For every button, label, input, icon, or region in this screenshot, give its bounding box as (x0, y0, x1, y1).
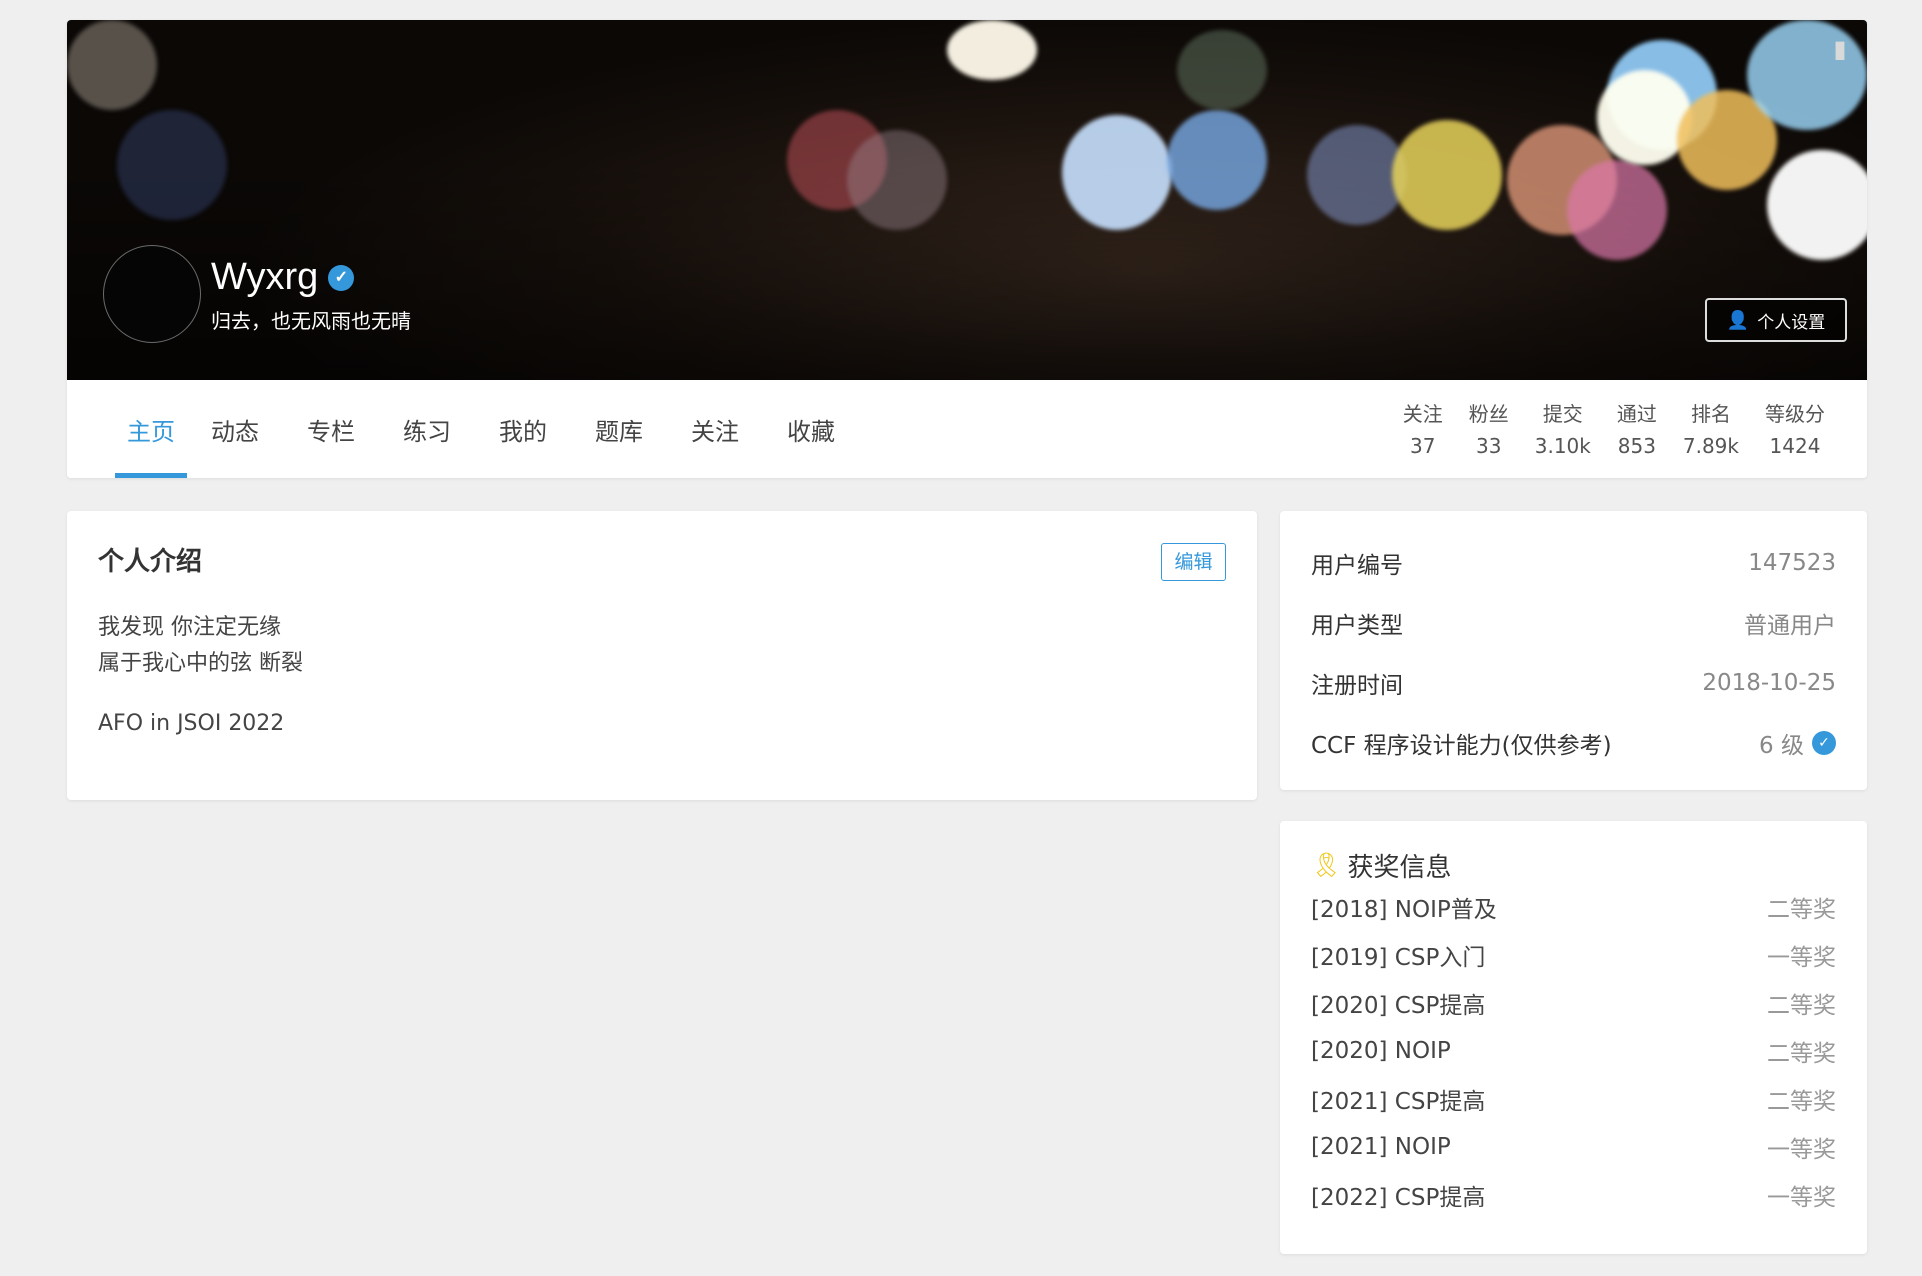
verified-check-icon: ✓ (328, 264, 355, 291)
avatar[interactable] (103, 245, 201, 343)
banner-light (1767, 150, 1867, 260)
award-name: [2020] NOIP (1311, 1038, 1451, 1064)
info-value: 6 级 (1759, 733, 1804, 759)
stat-value: 853 (1617, 434, 1656, 458)
stat-value: 33 (1476, 434, 1502, 458)
tab-favorites[interactable]: 收藏 (763, 380, 859, 478)
award-name: [2021] CSP提高 (1311, 1089, 1486, 1115)
verified-check-icon: ✓ (1812, 731, 1836, 755)
stat-following[interactable]: 关注 37 (1403, 398, 1443, 462)
award-row: [2018] NOIP普及 二等奖 (1311, 883, 1836, 931)
award-prize: 一等奖 (1767, 1137, 1836, 1163)
banner-light (947, 20, 1037, 80)
award-row: [2020] NOIP 二等奖 (1311, 1027, 1836, 1075)
username-text: Wyxrg (211, 256, 319, 298)
tab-activity[interactable]: 动态 (187, 380, 283, 478)
profile-banner: ▮ Wyxrg ✓ 归去，也无风雨也无晴 👤 个人设置 (67, 20, 1867, 380)
stat-value: 3.10k (1534, 434, 1591, 458)
info-row-user-id: 用户编号 147523 (1311, 533, 1836, 593)
stat-label: 关注 (1402, 402, 1443, 426)
tab-practice[interactable]: 练习 (379, 380, 475, 478)
info-value: 147523 (1748, 550, 1836, 576)
banner-light (117, 110, 227, 220)
tab-bar: 主页 动态 专栏 练习 我的 题库 关注 收藏 (115, 380, 859, 478)
banner-light (847, 130, 947, 230)
award-name: [2020] CSP提高 (1311, 993, 1486, 1019)
personal-settings-button[interactable]: 👤 个人设置 (1705, 298, 1847, 342)
awards-card: 🎗 获奖信息 [2018] NOIP普及 二等奖 [2019] CSP入门 一等… (1280, 821, 1867, 1254)
award-row: [2021] NOIP 一等奖 (1311, 1123, 1836, 1171)
intro-title: 个人介绍 (98, 547, 203, 577)
award-name: [2018] NOIP普及 (1311, 897, 1497, 923)
stat-label: 通过 (1616, 402, 1657, 426)
stat-value: 1424 (1769, 434, 1821, 458)
intro-line: 属于我心中的弦 断裂 (98, 651, 303, 676)
stat-value: 37 (1410, 434, 1436, 458)
award-row: [2019] CSP入门 一等奖 (1311, 931, 1836, 979)
info-value: 2018-10-25 (1702, 670, 1836, 696)
info-value: 普通用户 (1744, 613, 1836, 639)
tab-mine[interactable]: 我的 (475, 380, 571, 478)
award-prize: 二等奖 (1767, 897, 1836, 923)
award-prize: 一等奖 (1767, 945, 1836, 971)
stat-submissions[interactable]: 提交 3.10k (1535, 398, 1591, 462)
stat-label: 等级分 (1765, 402, 1825, 426)
edit-intro-button[interactable]: 编辑 (1161, 543, 1226, 581)
tab-following[interactable]: 关注 (667, 380, 763, 478)
stat-label: 提交 (1542, 402, 1583, 426)
award-prize: 二等奖 (1767, 993, 1836, 1019)
stat-value: 7.89k (1682, 434, 1739, 458)
info-label: CCF 程序设计能力(仅供参考) (1311, 733, 1612, 759)
info-row-register-date: 注册时间 2018-10-25 (1311, 653, 1836, 713)
intro-card: 个人介绍 编辑 我发现 你注定无缘 属于我心中的弦 断裂 AFO in JSOI… (67, 511, 1257, 800)
user-slogan: 归去，也无风雨也无晴 (211, 309, 411, 333)
banner-light (1567, 160, 1667, 260)
username: Wyxrg ✓ (211, 256, 355, 299)
brush-icon[interactable]: ▮ (1829, 34, 1851, 64)
stat-accepted[interactable]: 通过 853 (1617, 398, 1657, 462)
stat-ranking[interactable]: 排名 7.89k (1683, 398, 1739, 462)
award-name: [2021] NOIP (1311, 1134, 1451, 1160)
awards-title: 获奖信息 (1347, 852, 1452, 883)
award-row: [2020] CSP提高 二等奖 (1311, 979, 1836, 1027)
banner-light (1177, 30, 1267, 110)
info-label: 注册时间 (1311, 673, 1403, 699)
info-label: 用户编号 (1311, 553, 1403, 579)
stat-label: 粉丝 (1468, 402, 1509, 426)
profile-nav: 主页 动态 专栏 练习 我的 题库 关注 收藏 关注 37 粉丝 33 提交 3… (67, 380, 1867, 478)
intro-line: AFO in JSOI 2022 (98, 711, 285, 736)
award-name: [2022] CSP提高 (1311, 1185, 1486, 1211)
intro-line: 我发现 你注定无缘 (98, 615, 281, 640)
profile-header-card: ▮ Wyxrg ✓ 归去，也无风雨也无晴 👤 个人设置 主页 动态 专栏 练习 … (67, 20, 1867, 478)
award-prize: 一等奖 (1767, 1185, 1836, 1211)
banner-light (1167, 110, 1267, 210)
info-label: 用户类型 (1311, 613, 1403, 639)
awards-heading: 🎗 获奖信息 (1311, 847, 1836, 883)
banner-light (67, 20, 157, 110)
user-stats: 关注 37 粉丝 33 提交 3.10k 通过 853 排名 7.89k 等级分… (1403, 398, 1825, 462)
award-row: [2022] CSP提高 一等奖 (1311, 1171, 1836, 1219)
intro-body: 我发现 你注定无缘 属于我心中的弦 断裂 AFO in JSOI 2022 (98, 610, 1226, 742)
award-medal-icon: 🎗 (1311, 851, 1342, 879)
award-row: [2021] CSP提高 二等奖 (1311, 1075, 1836, 1123)
stat-rating[interactable]: 等级分 1424 (1765, 398, 1825, 462)
award-prize: 二等奖 (1767, 1041, 1836, 1067)
award-prize: 二等奖 (1767, 1089, 1836, 1115)
info-row-user-type: 用户类型 普通用户 (1311, 593, 1836, 653)
banner-light (1392, 120, 1502, 230)
user-info-card: 用户编号 147523 用户类型 普通用户 注册时间 2018-10-25 CC… (1280, 511, 1867, 790)
tab-home[interactable]: 主页 (115, 380, 187, 478)
tab-articles[interactable]: 专栏 (283, 380, 379, 478)
stat-followers[interactable]: 粉丝 33 (1469, 398, 1509, 462)
info-row-ccf-level: CCF 程序设计能力(仅供参考) 6 级 ✓ (1311, 713, 1836, 773)
user-gear-icon: 👤 (1726, 309, 1750, 331)
stat-label: 排名 (1690, 402, 1731, 426)
info-value-wrap: 6 级 ✓ (1759, 726, 1836, 760)
award-name: [2019] CSP入门 (1311, 945, 1486, 971)
tab-problem-set[interactable]: 题库 (571, 380, 667, 478)
banner-light (1062, 115, 1172, 230)
personal-settings-label: 个人设置 (1757, 312, 1826, 333)
